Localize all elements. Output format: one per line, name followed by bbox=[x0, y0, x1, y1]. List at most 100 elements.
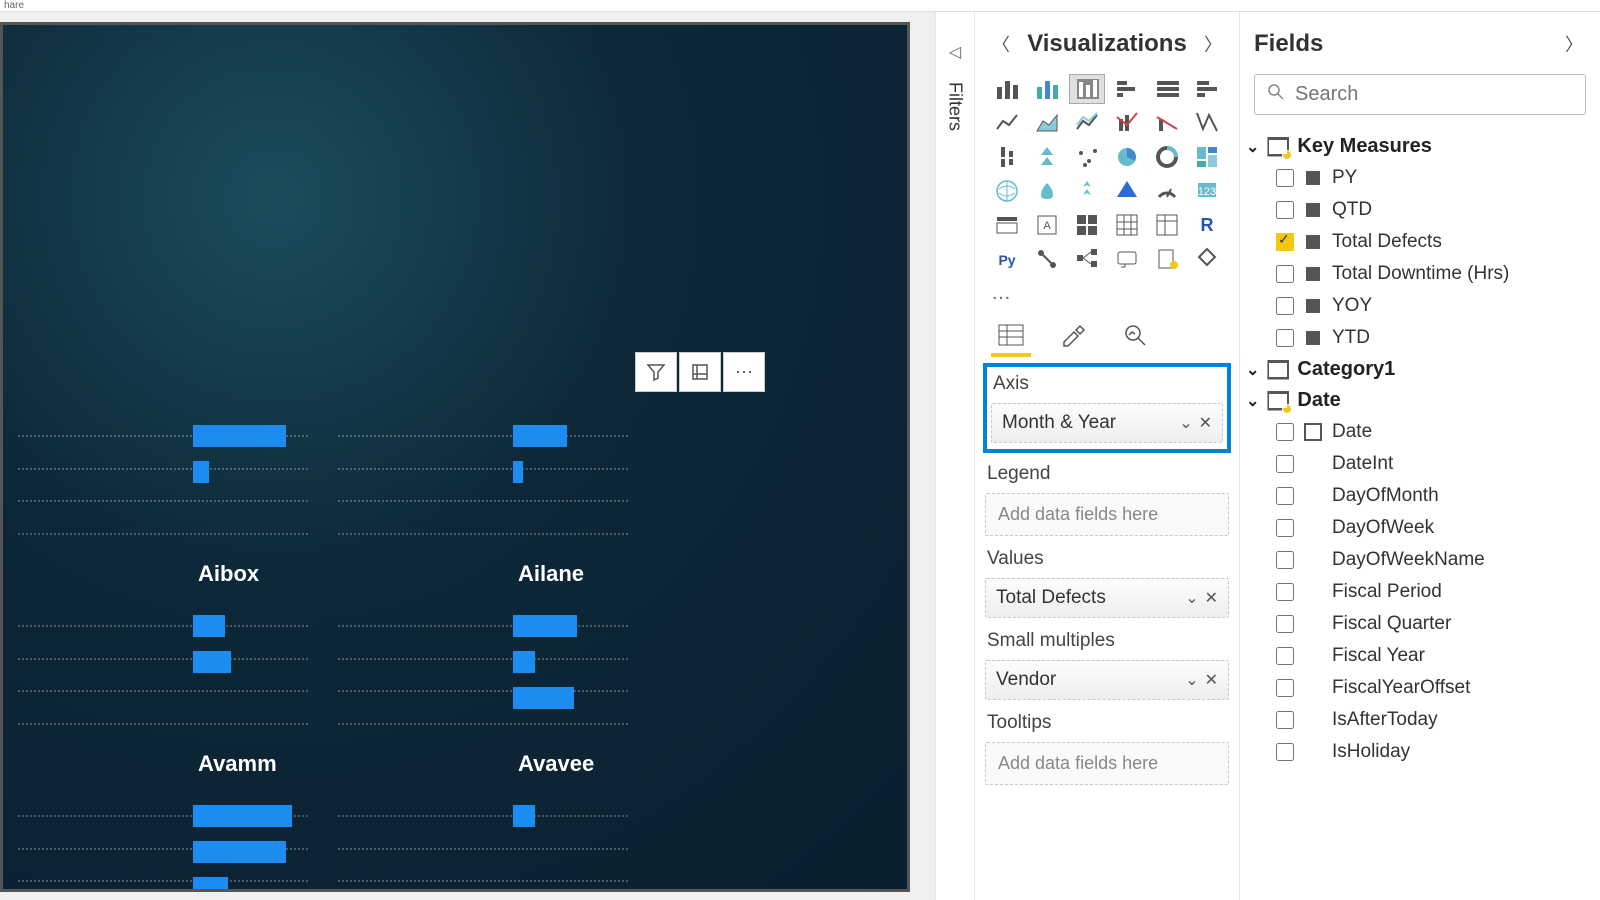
viz-type-icon-1[interactable] bbox=[1029, 74, 1065, 104]
table-header[interactable]: ⌄Date bbox=[1244, 385, 1590, 416]
viz-type-icon-27[interactable] bbox=[1109, 210, 1145, 240]
tooltips-drop-area[interactable]: Add data fields here bbox=[985, 742, 1229, 785]
viz-type-icon-13[interactable] bbox=[1029, 142, 1065, 172]
viz-collapse-right-icon[interactable]: 〉 bbox=[1201, 31, 1225, 57]
viz-type-icon-15[interactable] bbox=[1109, 142, 1145, 172]
bar[interactable] bbox=[513, 651, 535, 673]
viz-type-icon-35[interactable] bbox=[1189, 244, 1225, 274]
axis-remove-icon[interactable]: ✕ bbox=[1199, 413, 1212, 433]
field-checkbox[interactable] bbox=[1276, 169, 1294, 187]
viz-type-icon-14[interactable] bbox=[1069, 142, 1105, 172]
viz-type-icon-28[interactable] bbox=[1149, 210, 1185, 240]
field-row[interactable]: DayOfWeekName bbox=[1244, 544, 1590, 576]
viz-type-icon-12[interactable] bbox=[989, 142, 1025, 172]
viz-type-icon-4[interactable] bbox=[1149, 74, 1185, 104]
viz-type-icon-6[interactable] bbox=[989, 108, 1025, 138]
field-row[interactable]: Fiscal Quarter bbox=[1244, 608, 1590, 640]
small-multiples-well[interactable]: Small multiples Vendor ⌄✕ bbox=[985, 630, 1229, 700]
viz-type-icon-18[interactable] bbox=[989, 176, 1025, 206]
viz-type-icon-9[interactable] bbox=[1109, 108, 1145, 138]
axis-dropdown-icon[interactable]: ⌄ bbox=[1179, 413, 1192, 433]
bar[interactable] bbox=[513, 461, 523, 483]
field-row[interactable]: IsHoliday bbox=[1244, 736, 1590, 768]
values-dropdown-icon[interactable]: ⌄ bbox=[1185, 588, 1198, 608]
bar[interactable] bbox=[193, 615, 225, 637]
field-checkbox[interactable] bbox=[1276, 583, 1294, 601]
field-checkbox[interactable] bbox=[1276, 551, 1294, 569]
visual-filter-button[interactable] bbox=[635, 352, 677, 392]
viz-type-icon-0[interactable] bbox=[989, 74, 1025, 104]
legend-well[interactable]: Legend Add data fields here bbox=[985, 463, 1229, 536]
field-checkbox[interactable] bbox=[1276, 487, 1294, 505]
analytics-tab[interactable] bbox=[1119, 319, 1151, 351]
viz-type-icon-17[interactable] bbox=[1189, 142, 1225, 172]
legend-drop-area[interactable]: Add data fields here bbox=[985, 493, 1229, 536]
axis-well[interactable]: Axis Month & Year ⌄✕ bbox=[985, 365, 1229, 451]
fields-search[interactable] bbox=[1254, 74, 1586, 115]
field-checkbox[interactable] bbox=[1276, 201, 1294, 219]
bar[interactable] bbox=[193, 805, 292, 827]
viz-type-icon-31[interactable] bbox=[1029, 244, 1065, 274]
filters-pane-collapsed[interactable]: ◁ Filters bbox=[935, 12, 975, 900]
viz-type-icon-32[interactable] bbox=[1069, 244, 1105, 274]
field-row[interactable]: Total Defects bbox=[1244, 226, 1590, 258]
bar[interactable] bbox=[513, 805, 535, 827]
viz-type-icon-22[interactable] bbox=[1149, 176, 1185, 206]
bar[interactable] bbox=[193, 841, 286, 863]
small-multiple-panel[interactable]: Aibox bbox=[3, 405, 323, 595]
bar[interactable] bbox=[513, 615, 577, 637]
field-row[interactable]: Fiscal Period bbox=[1244, 576, 1590, 608]
viz-type-icon-20[interactable] bbox=[1069, 176, 1105, 206]
field-checkbox[interactable] bbox=[1276, 297, 1294, 315]
search-input[interactable] bbox=[1295, 83, 1573, 106]
visual-more-options-button[interactable]: ⋯ bbox=[723, 352, 765, 392]
field-checkbox[interactable] bbox=[1276, 647, 1294, 665]
field-checkbox[interactable] bbox=[1276, 233, 1294, 251]
field-checkbox[interactable] bbox=[1276, 615, 1294, 633]
bar[interactable] bbox=[513, 425, 567, 447]
field-checkbox[interactable] bbox=[1276, 329, 1294, 347]
small-multiple-panel[interactable]: Ailane bbox=[323, 405, 643, 595]
viz-type-icon-2[interactable] bbox=[1069, 74, 1105, 104]
viz-type-icon-21[interactable] bbox=[1109, 176, 1145, 206]
viz-type-icon-30[interactable]: Py bbox=[989, 244, 1025, 274]
fields-tab[interactable] bbox=[995, 319, 1027, 351]
format-tab[interactable] bbox=[1057, 319, 1089, 351]
field-checkbox[interactable] bbox=[1276, 743, 1294, 761]
viz-type-icon-3[interactable] bbox=[1109, 74, 1145, 104]
field-row[interactable]: Total Downtime (Hrs) bbox=[1244, 258, 1590, 290]
small-multiple-panel[interactable]: Blognation bbox=[3, 785, 323, 892]
sm-remove-icon[interactable]: ✕ bbox=[1205, 670, 1218, 690]
field-checkbox[interactable] bbox=[1276, 519, 1294, 537]
bar[interactable] bbox=[193, 651, 231, 673]
viz-type-icon-7[interactable] bbox=[1029, 108, 1065, 138]
viz-type-icon-29[interactable]: R bbox=[1189, 210, 1225, 240]
small-multiple-panel[interactable]: Avamm bbox=[3, 595, 323, 785]
field-checkbox[interactable] bbox=[1276, 679, 1294, 697]
viz-type-icon-23[interactable]: 123 bbox=[1189, 176, 1225, 206]
field-row[interactable]: FiscalYearOffset bbox=[1244, 672, 1590, 704]
table-header[interactable]: ⌄Category1 bbox=[1244, 354, 1590, 385]
field-row[interactable]: YTD bbox=[1244, 322, 1590, 354]
bar[interactable] bbox=[193, 425, 286, 447]
viz-gallery-more[interactable]: … bbox=[975, 282, 1239, 305]
fields-collapse-icon[interactable]: 〉 bbox=[1562, 31, 1586, 57]
bar[interactable] bbox=[513, 687, 574, 709]
report-page[interactable]: AiboxAilaneAvammAvaveeBlognationBlogpad bbox=[0, 22, 910, 892]
bar[interactable] bbox=[193, 461, 209, 483]
report-canvas[interactable]: AiboxAilaneAvammAvaveeBlognationBlogpad … bbox=[0, 12, 935, 900]
viz-type-icon-26[interactable] bbox=[1069, 210, 1105, 240]
small-multiple-panel[interactable]: Avavee bbox=[323, 595, 643, 785]
values-remove-icon[interactable]: ✕ bbox=[1205, 588, 1218, 608]
viz-type-icon-33[interactable] bbox=[1109, 244, 1145, 274]
small-multiple-panel[interactable]: Blogpad bbox=[323, 785, 643, 892]
viz-type-icon-11[interactable] bbox=[1189, 108, 1225, 138]
field-row[interactable]: PY bbox=[1244, 162, 1590, 194]
values-well[interactable]: Values Total Defects ⌄✕ bbox=[985, 548, 1229, 618]
sm-dropdown-icon[interactable]: ⌄ bbox=[1185, 670, 1198, 690]
viz-type-icon-24[interactable] bbox=[989, 210, 1025, 240]
viz-type-icon-10[interactable] bbox=[1149, 108, 1185, 138]
field-row[interactable]: Fiscal Year bbox=[1244, 640, 1590, 672]
field-checkbox[interactable] bbox=[1276, 423, 1294, 441]
expand-filters-icon[interactable]: ◁ bbox=[949, 42, 961, 62]
